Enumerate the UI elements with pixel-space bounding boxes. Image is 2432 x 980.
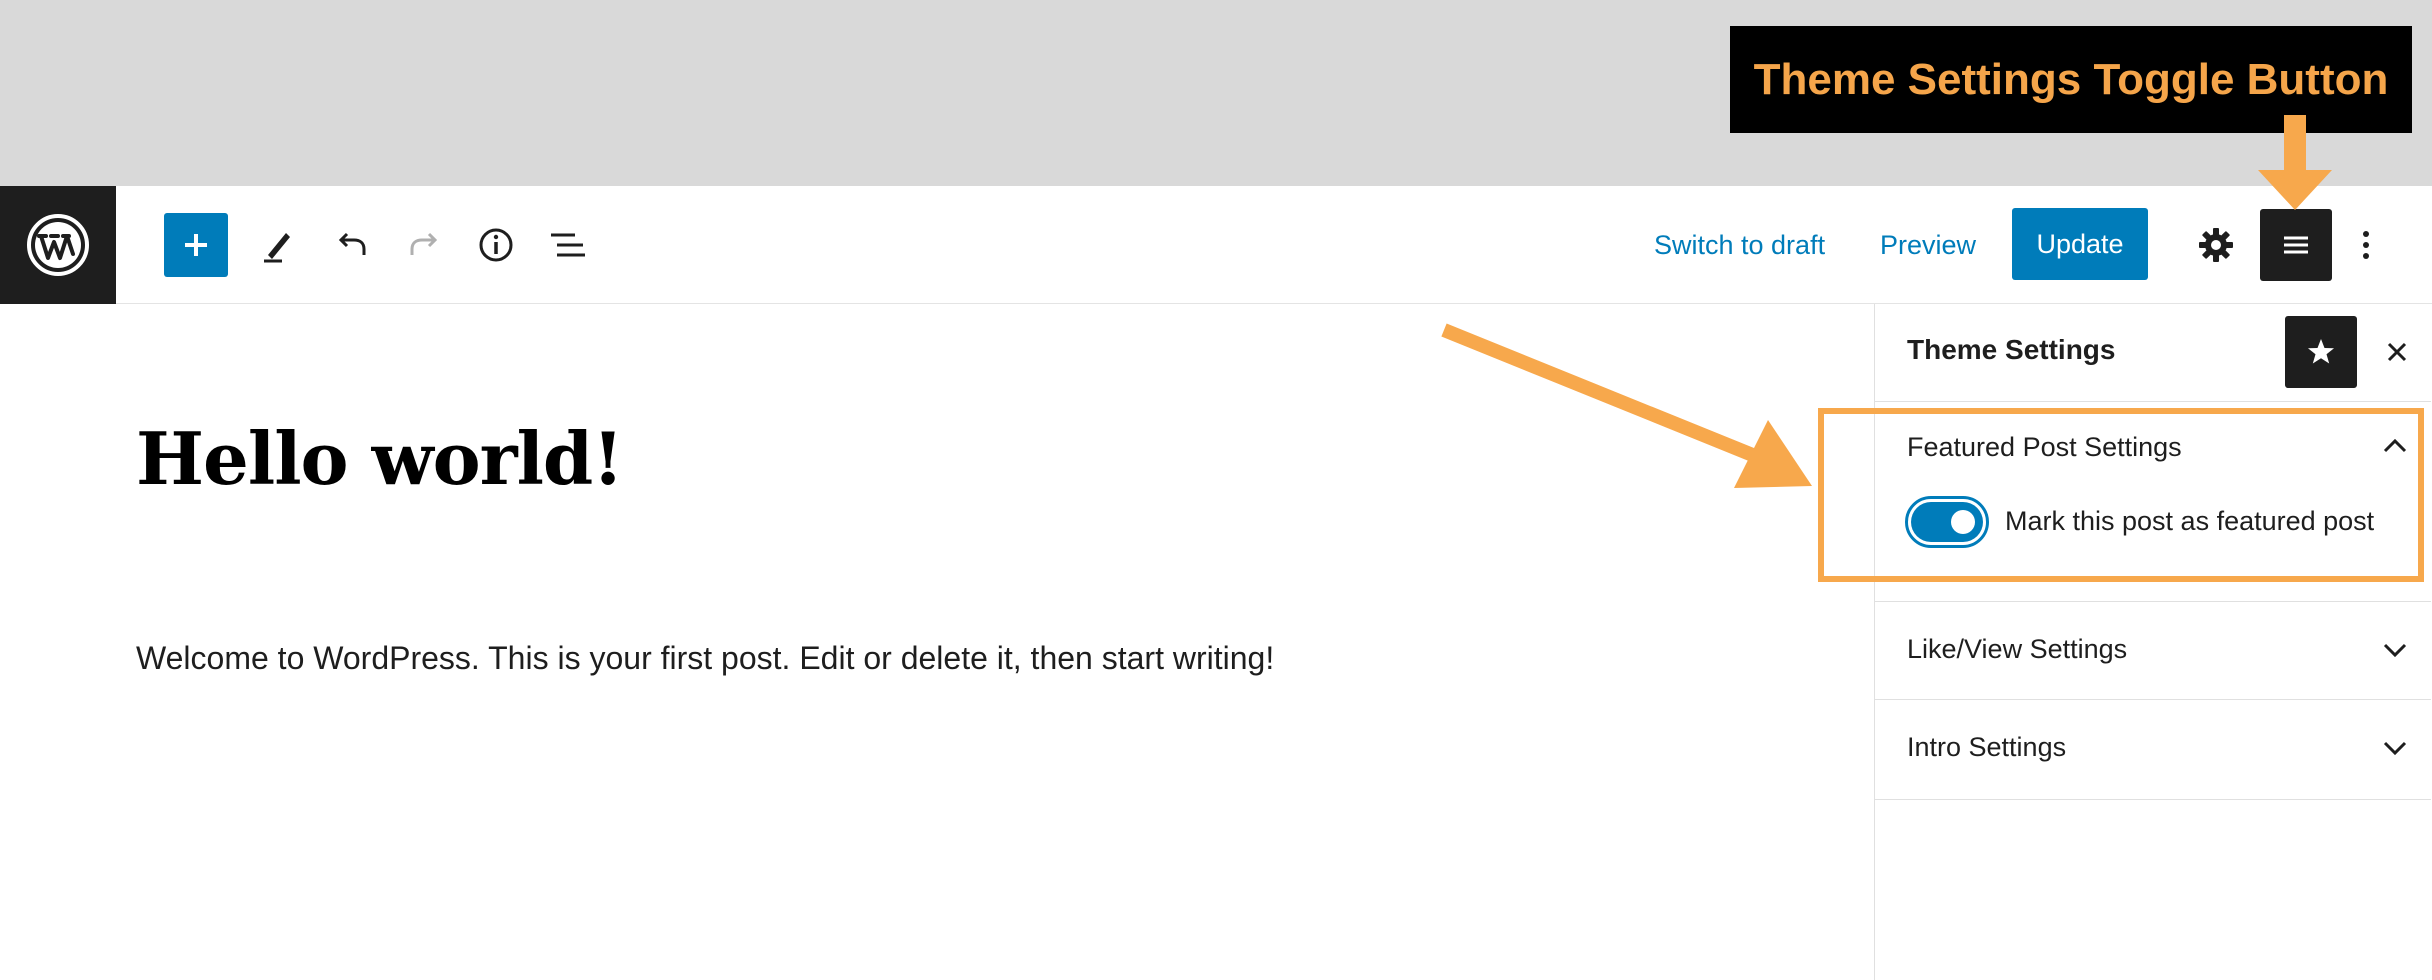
info-icon bbox=[479, 228, 513, 262]
post-title[interactable]: Hello world! bbox=[136, 416, 624, 501]
panel-toggle-intro-settings[interactable] bbox=[2375, 728, 2415, 768]
chevron-down-icon bbox=[2383, 741, 2407, 756]
undo-button[interactable] bbox=[320, 213, 384, 277]
more-vertical-icon bbox=[2363, 231, 2369, 259]
wordpress-logo-button[interactable] bbox=[0, 186, 116, 304]
tools-button[interactable] bbox=[246, 213, 310, 277]
update-button[interactable]: Update bbox=[2012, 208, 2148, 280]
chevron-down-icon bbox=[2383, 643, 2407, 658]
hamburger-menu-icon bbox=[2284, 236, 2308, 254]
pin-sidebar-button[interactable] bbox=[2285, 316, 2357, 388]
redo-icon bbox=[410, 232, 438, 255]
panel-title-featured-post-settings[interactable]: Featured Post Settings bbox=[1907, 432, 2182, 463]
list-view-icon bbox=[551, 233, 585, 257]
redo-button[interactable] bbox=[392, 213, 456, 277]
close-icon bbox=[2387, 342, 2407, 362]
panel-like-view-settings: Like/View Settings bbox=[1875, 602, 2431, 700]
post-paragraph[interactable]: Welcome to WordPress. This is your first… bbox=[136, 640, 1274, 677]
toggle-track bbox=[1911, 502, 1983, 542]
sidebar-header: Theme Settings bbox=[1875, 304, 2431, 402]
panel-toggle-like-view-settings[interactable] bbox=[2375, 630, 2415, 670]
switch-to-draft-button[interactable]: Switch to draft bbox=[1654, 211, 1825, 279]
chevron-up-icon bbox=[2383, 438, 2407, 453]
featured-post-toggle-label: Mark this post as featured post bbox=[2005, 506, 2375, 536]
gear-icon bbox=[2199, 228, 2233, 262]
sidebar-title: Theme Settings bbox=[1907, 334, 2116, 365]
panel-title-like-view-settings[interactable]: Like/View Settings bbox=[1907, 634, 2127, 665]
settings-button[interactable] bbox=[2184, 213, 2248, 277]
panel-intro-settings: Intro Settings bbox=[1875, 700, 2431, 800]
panel-toggle-featured-post-settings[interactable] bbox=[2375, 426, 2415, 466]
undo-icon bbox=[338, 232, 366, 255]
pencil-icon bbox=[264, 233, 290, 263]
toggle-knob bbox=[1951, 510, 1975, 534]
details-button[interactable] bbox=[464, 213, 528, 277]
panel-featured-post-settings: Featured Post Settings Mark this post as… bbox=[1875, 402, 2431, 602]
theme-settings-toggle-button[interactable] bbox=[2260, 209, 2332, 281]
panel-title-intro-settings[interactable]: Intro Settings bbox=[1907, 732, 2066, 763]
add-block-button[interactable] bbox=[164, 213, 228, 277]
wordpress-logo-icon bbox=[27, 214, 89, 276]
plus-icon bbox=[185, 234, 207, 256]
editor-canvas: Hello world! Welcome to WordPress. This … bbox=[0, 304, 1874, 980]
editor-toolbar: Switch to draft Preview Update bbox=[0, 186, 2432, 304]
options-button[interactable] bbox=[2336, 213, 2396, 277]
annotation-callout: Theme Settings Toggle Button bbox=[1730, 26, 2412, 133]
preview-button[interactable]: Preview bbox=[1880, 211, 1976, 279]
featured-post-toggle[interactable] bbox=[1905, 496, 1989, 548]
star-icon bbox=[2308, 339, 2334, 364]
close-sidebar-button[interactable] bbox=[2373, 328, 2421, 376]
list-view-button[interactable] bbox=[536, 213, 600, 277]
theme-settings-sidebar: Theme Settings Featured Post Settings Ma… bbox=[1874, 304, 2432, 980]
